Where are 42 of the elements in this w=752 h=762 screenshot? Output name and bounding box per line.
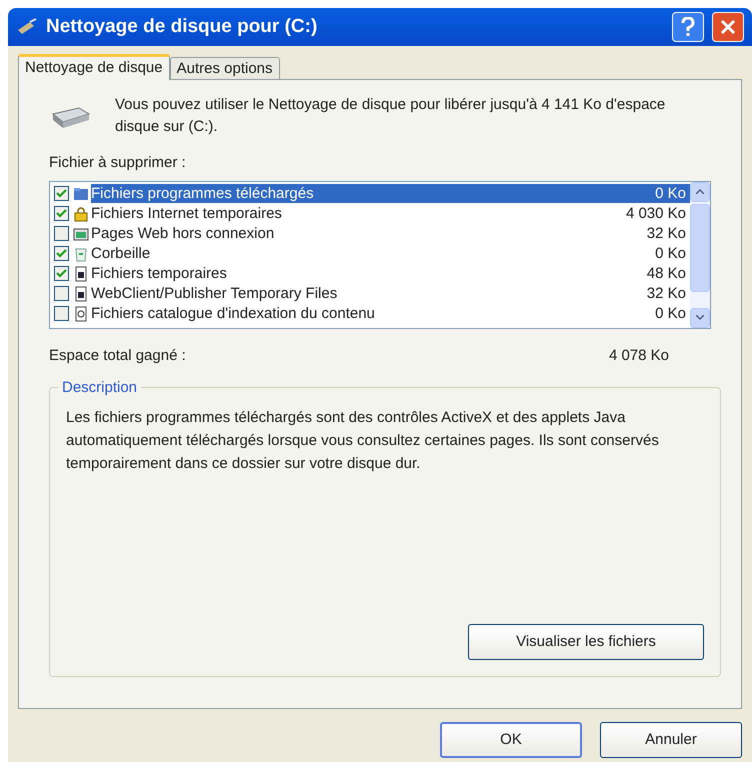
folder-icon — [73, 186, 89, 202]
file-list-item[interactable]: Fichiers programmes téléchargés 0 Ko — [91, 184, 690, 203]
file-list-item[interactable]: WebClient/Publisher Temporary Files 32 Ko — [91, 284, 690, 303]
ok-button[interactable]: OK — [440, 722, 582, 758]
lock-icon — [73, 206, 89, 222]
file-icon — [73, 286, 89, 302]
checkbox[interactable] — [54, 206, 69, 221]
file-list-item[interactable]: Fichiers temporaires 48 Ko — [91, 264, 690, 283]
file-icon — [73, 266, 89, 282]
up-caret-icon — [696, 189, 704, 194]
description-text: Les fichiers programmes téléchargés sont des contrôles ActiveX et des applets Java automatiquement téléchargés lorsque vous consultez certaines pages. Ils sont conservés temporairement dans ce dossier sur votre disque dur. — [66, 408, 660, 474]
checkbox[interactable] — [54, 306, 69, 321]
down-caret-icon — [696, 315, 704, 320]
checkbox[interactable] — [54, 266, 69, 281]
intro-text: Vous pouvez utiliser le Nettoyage de disque pour libérer jusqu'à 4 141 Ko d'espace disque sur (C:). — [115, 95, 666, 137]
tab[interactable]: Autres options — [170, 57, 280, 80]
help-button[interactable] — [672, 12, 704, 42]
catalog-file-icon — [73, 306, 89, 322]
window-title: Nettoyage de disque pour (C:) — [46, 14, 318, 39]
scroll-thumb[interactable] — [690, 204, 710, 292]
checkbox[interactable] — [54, 286, 69, 301]
checkbox[interactable] — [54, 246, 69, 261]
recycle-bin-icon — [73, 246, 89, 262]
cancel-button[interactable]: Annuler — [600, 722, 742, 758]
broom-icon — [16, 18, 38, 36]
file-list-item[interactable]: Pages Web hors connexion 32 Ko — [91, 224, 690, 243]
web-page-icon — [73, 226, 89, 242]
close-icon — [720, 19, 736, 35]
files-label: Fichier à supprimer : — [49, 153, 187, 173]
close-button[interactable] — [712, 12, 744, 42]
total-label: Espace total gagné : — [49, 346, 186, 366]
file-list-item[interactable]: Corbeille 0 Ko — [91, 244, 690, 263]
checkbox[interactable] — [54, 226, 69, 241]
scroll-down-button[interactable] — [690, 308, 710, 328]
help-icon — [681, 17, 695, 37]
view-files-button[interactable]: Visualiser les fichiers — [468, 624, 704, 660]
tab[interactable]: Nettoyage de disque — [18, 54, 170, 80]
total-value: 4 078 Ko — [608, 346, 669, 366]
checkbox[interactable] — [54, 186, 69, 201]
file-list-item[interactable]: Fichiers catalogue d'indexation du contenu 0 Ko — [91, 304, 690, 323]
file-list-item[interactable]: Fichiers Internet temporaires 4 030 Ko — [91, 204, 690, 223]
scroll-up-button[interactable] — [690, 182, 710, 202]
